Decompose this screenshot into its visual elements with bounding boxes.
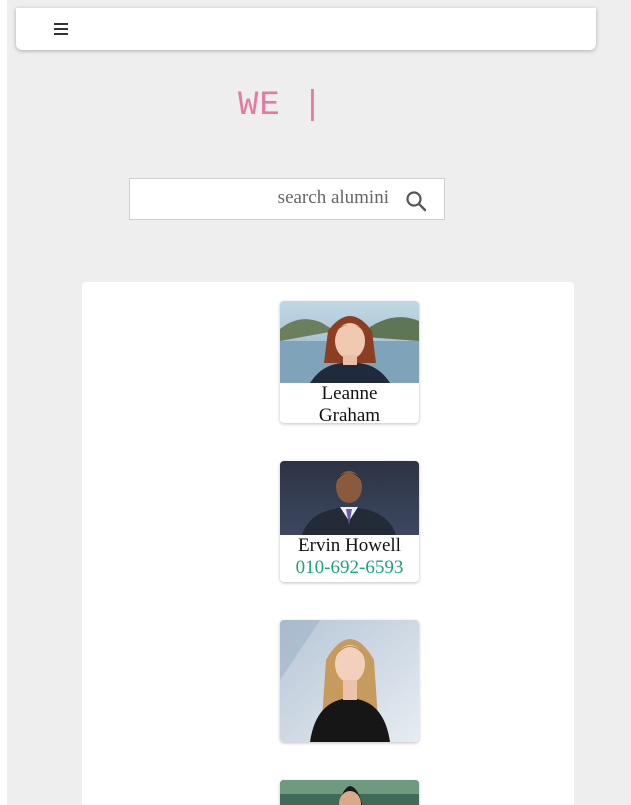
alumni-photo (280, 461, 419, 535)
alumni-card-ervin-howell[interactable]: Ervin Howell 010-692-6593 (280, 461, 419, 582)
alumni-card-leanne-graham[interactable]: Leanne Graham (280, 301, 419, 423)
alumni-photo (280, 620, 419, 742)
alumni-photo (280, 780, 419, 805)
alumni-list: Leanne Graham Ervin Howell 010-692-6593 (82, 282, 574, 805)
alumni-name: Ervin Howell (298, 535, 401, 556)
alumni-card[interactable] (280, 780, 419, 805)
search-icon[interactable] (404, 189, 430, 215)
brand-text: WE (238, 87, 281, 125)
search-input[interactable] (130, 179, 395, 219)
brand-logo: WE | (238, 86, 324, 126)
alumni-photo (280, 301, 419, 383)
search-bar (129, 178, 445, 220)
alumni-name-line2: Graham (318, 405, 381, 423)
brand-cursor: | (302, 87, 324, 125)
hamburger-menu-icon[interactable] (54, 23, 68, 35)
alumni-phone[interactable]: 010-692-6593 (280, 557, 419, 579)
app-page: WE | search alumini Leanne Graham Ervin … (7, 0, 631, 805)
top-app-bar (16, 8, 596, 50)
alumni-card[interactable] (280, 620, 419, 742)
alumni-name-line1: Leanne (321, 383, 378, 404)
